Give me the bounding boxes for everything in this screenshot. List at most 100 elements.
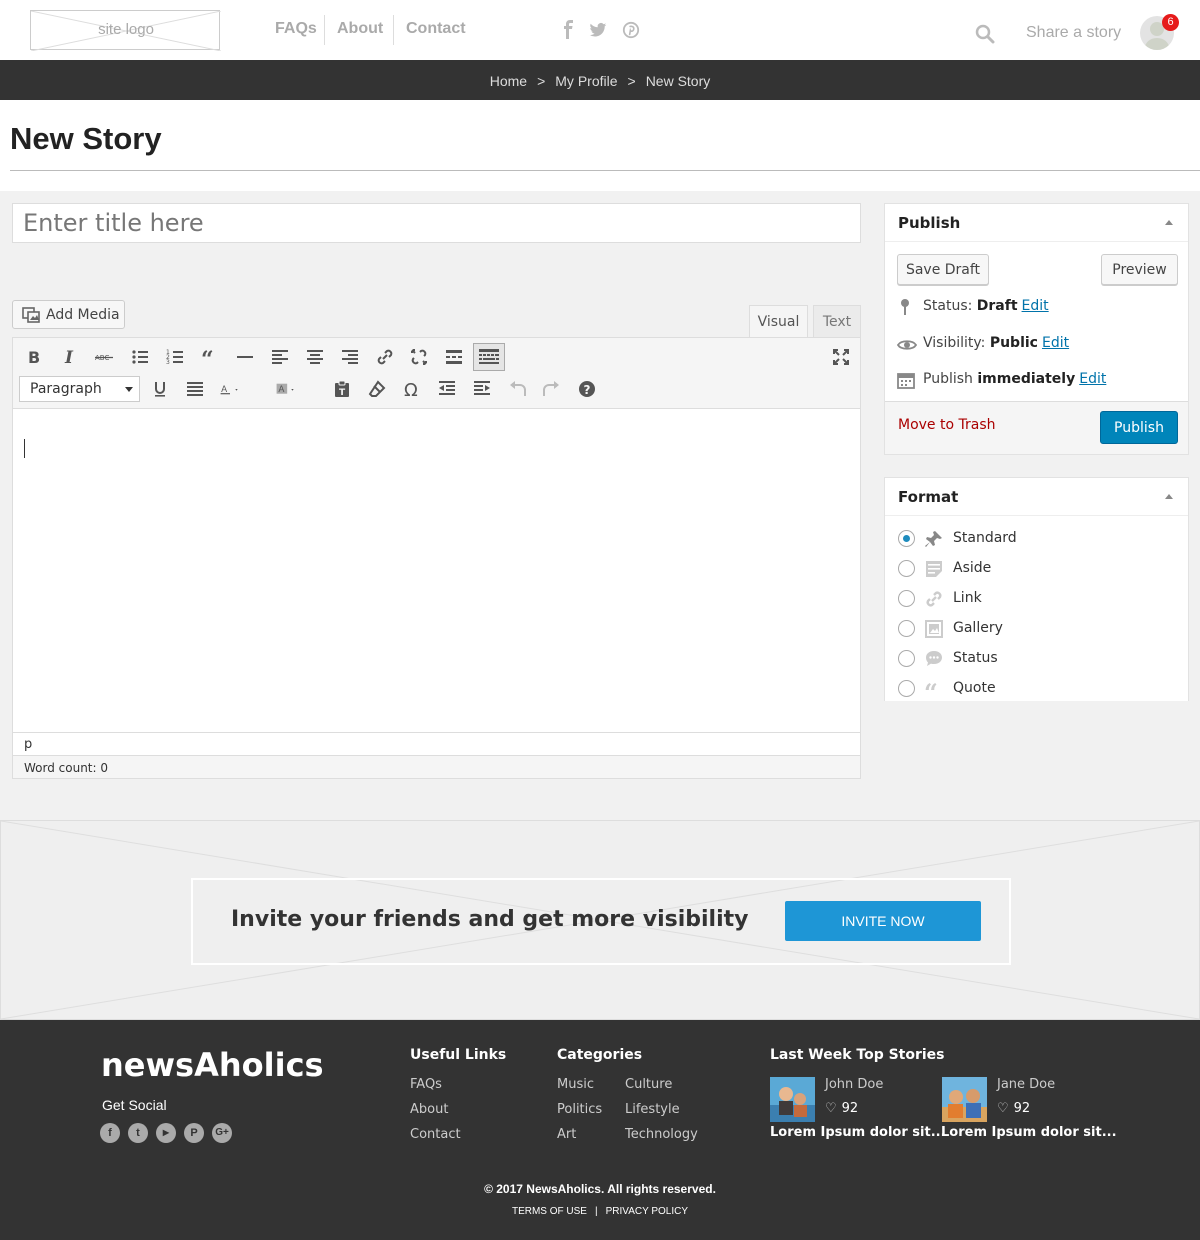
special-character-icon[interactable]: Ω [402, 379, 422, 399]
fullscreen-icon[interactable] [831, 347, 851, 367]
privacy-policy-link[interactable]: PRIVACY POLICY [606, 1206, 688, 1217]
radio-status[interactable] [898, 650, 915, 667]
redo-icon[interactable] [542, 379, 562, 399]
twitter-icon[interactable] [589, 20, 607, 40]
gallery-icon [925, 620, 943, 638]
svg-text:T: T [339, 388, 346, 398]
status-label: Status: [923, 298, 973, 314]
background-color-icon[interactable]: A [276, 379, 310, 399]
publish-panel-header[interactable]: Publish [885, 204, 1188, 242]
edit-schedule-link[interactable]: Edit [1079, 371, 1106, 387]
category-politics[interactable]: Politics [557, 1102, 602, 1117]
story-likes[interactable]: ♡ 92 [997, 1101, 1030, 1116]
story-likes[interactable]: ♡ 92 [825, 1101, 858, 1116]
story-snippet[interactable]: Lorem Ipsum dolor sit... [770, 1125, 946, 1140]
category-music[interactable]: Music [557, 1077, 594, 1092]
strikethrough-icon[interactable]: ABC [94, 347, 114, 367]
story-author[interactable]: Jane Doe [997, 1077, 1055, 1092]
story-thumbnail[interactable] [942, 1077, 987, 1122]
horizontal-line-icon[interactable] [235, 347, 255, 367]
svg-text:3: 3 [166, 359, 170, 366]
read-more-icon[interactable] [444, 347, 464, 367]
breadcrumb-my-profile[interactable]: My Profile [555, 73, 617, 89]
insert-link-icon[interactable] [375, 347, 395, 367]
post-title-input[interactable] [12, 203, 861, 243]
align-right-icon[interactable] [340, 347, 360, 367]
breadcrumb-home[interactable]: Home [490, 73, 527, 89]
footer-link-about[interactable]: About [410, 1102, 448, 1117]
underline-icon[interactable] [150, 379, 170, 399]
justify-icon[interactable] [185, 379, 205, 399]
get-social-label: Get Social [102, 1097, 167, 1113]
category-lifestyle[interactable]: Lifestyle [625, 1102, 680, 1117]
radio-link[interactable] [898, 590, 915, 607]
category-art[interactable]: Art [557, 1127, 576, 1142]
save-draft-button[interactable]: Save Draft [897, 254, 989, 285]
help-icon[interactable]: ? [577, 379, 597, 399]
story-author[interactable]: John Doe [825, 1077, 883, 1092]
toolbar-toggle-button[interactable] [473, 343, 505, 371]
italic-icon[interactable]: I [59, 347, 79, 367]
radio-aside[interactable] [898, 560, 915, 577]
google-plus-icon[interactable]: G+ [212, 1123, 232, 1143]
radio-quote[interactable] [898, 680, 915, 697]
format-panel: Format Standard Aside Link Gallery Statu… [884, 477, 1189, 701]
undo-icon[interactable] [507, 379, 527, 399]
invite-now-button[interactable]: INVITE NOW [785, 901, 981, 941]
remove-link-icon[interactable] [409, 347, 429, 367]
preview-button[interactable]: Preview [1101, 254, 1178, 285]
nav-faqs[interactable]: FAQs [275, 20, 317, 38]
paste-as-text-icon[interactable]: T [332, 379, 352, 399]
nav-about[interactable]: About [337, 20, 383, 38]
pinterest-icon[interactable]: P [184, 1123, 204, 1143]
text-color-icon[interactable]: A [220, 379, 254, 399]
radio-gallery[interactable] [898, 620, 915, 637]
align-center-icon[interactable] [305, 347, 325, 367]
story-snippet[interactable]: Lorem Ipsum dolor sit... [941, 1125, 1117, 1140]
category-technology[interactable]: Technology [625, 1127, 698, 1142]
svg-text:Ω: Ω [404, 380, 418, 399]
site-logo[interactable]: site logo [30, 10, 221, 51]
text-cursor [24, 439, 25, 458]
publish-button[interactable]: Publish [1100, 411, 1178, 444]
category-culture[interactable]: Culture [625, 1077, 672, 1092]
heart-icon: ♡ [997, 1101, 1009, 1116]
pinterest-icon[interactable] [622, 20, 640, 40]
edit-status-link[interactable]: Edit [1022, 298, 1049, 314]
facebook-icon[interactable]: f [100, 1123, 120, 1143]
facebook-icon[interactable] [560, 20, 578, 40]
notification-badge[interactable]: 6 [1162, 14, 1179, 31]
decrease-indent-icon[interactable] [437, 379, 457, 399]
nav-contact[interactable]: Contact [406, 20, 466, 38]
tab-visual[interactable]: Visual [749, 305, 808, 337]
search-icon[interactable] [975, 24, 995, 44]
categories-title: Categories [557, 1047, 643, 1063]
footer-brand[interactable]: newsAholics [101, 1046, 324, 1084]
aside-icon [926, 561, 942, 577]
story-thumbnail[interactable] [770, 1077, 815, 1122]
share-story-link[interactable]: Share a story [1026, 24, 1121, 42]
blockquote-icon[interactable]: “ [200, 347, 220, 367]
youtube-icon[interactable]: ▶ [156, 1123, 176, 1143]
radio-standard[interactable] [898, 530, 915, 547]
clear-formatting-icon[interactable] [367, 379, 387, 399]
publish-panel-title: Publish [898, 214, 961, 232]
format-panel-header[interactable]: Format [885, 478, 1188, 516]
footer-link-contact[interactable]: Contact [410, 1127, 461, 1142]
bulleted-list-icon[interactable] [130, 347, 150, 367]
terms-of-use-link[interactable]: TERMS OF USE [512, 1206, 587, 1217]
footer-link-faqs[interactable]: FAQs [410, 1077, 442, 1092]
format-select[interactable]: Paragraph [19, 376, 140, 402]
add-media-button[interactable]: Add Media [12, 300, 125, 329]
bold-icon[interactable]: B [24, 347, 44, 367]
numbered-list-icon[interactable]: 123 [165, 347, 185, 367]
align-left-icon[interactable] [270, 347, 290, 367]
twitter-icon[interactable]: t [128, 1123, 148, 1143]
collapse-arrow-icon[interactable] [1165, 494, 1173, 499]
edit-visibility-link[interactable]: Edit [1042, 335, 1069, 351]
increase-indent-icon[interactable] [472, 379, 492, 399]
collapse-arrow-icon[interactable] [1165, 220, 1173, 225]
move-to-trash-link[interactable]: Move to Trash [898, 417, 996, 433]
tab-text[interactable]: Text [813, 305, 861, 337]
element-path: p [13, 732, 860, 755]
